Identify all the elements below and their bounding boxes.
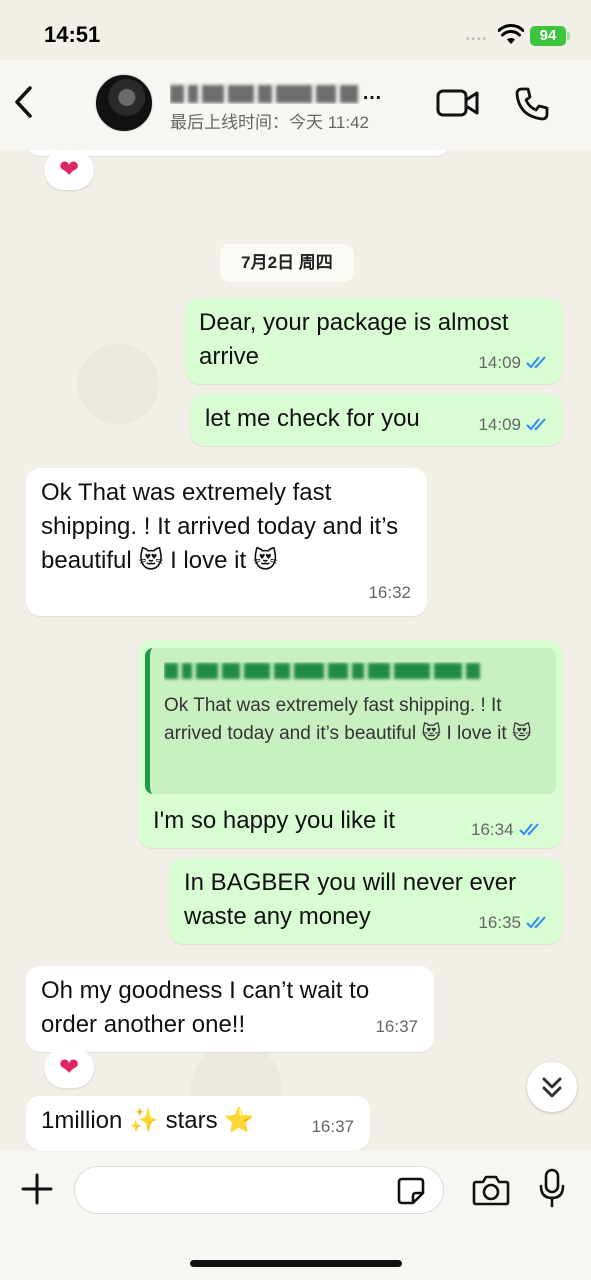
microphone-icon[interactable] (538, 1168, 566, 1208)
double-chevron-down-icon (542, 1077, 562, 1098)
reaction-heart[interactable]: ❤ (44, 150, 94, 190)
reaction-heart[interactable]: ❤ (44, 1048, 94, 1088)
message-bubble-incoming[interactable]: Oh my goodness I can’t wait to order ano… (26, 966, 434, 1052)
camera-icon[interactable] (472, 1174, 510, 1206)
message-time: 16:35 (478, 913, 521, 932)
last-seen-status: 最后上线时间：今天 11:42 (170, 113, 370, 132)
scroll-to-bottom-button[interactable] (527, 1062, 577, 1112)
message-text: I'm so happy you like it (153, 807, 396, 834)
name-ellipsis: … (362, 82, 382, 104)
quoted-text: Ok That was extremely fast shipping. ! I… (164, 695, 532, 744)
message-meta: 16:34 (471, 820, 544, 840)
contact-name-obscured[interactable]: … (170, 82, 406, 104)
chat-header: … 最后上线时间：今天 11:42 (0, 60, 591, 150)
message-input[interactable] (74, 1166, 444, 1214)
message-time: 14:09 (478, 353, 521, 372)
home-indicator[interactable] (190, 1260, 402, 1267)
sticker-icon[interactable] (396, 1176, 426, 1206)
signal-dots: •••• (466, 34, 489, 45)
message-time: 16:37 (311, 1117, 354, 1136)
read-ticks-icon (526, 356, 546, 369)
battery-indicator: 94 (530, 26, 570, 46)
message-bubble-incoming[interactable]: Ok That was extremely fast shipping. ! I… (26, 468, 427, 616)
attach-plus-icon[interactable] (20, 1172, 54, 1206)
date-separator: 7月2日 周四 (220, 244, 354, 282)
message-text: Oh my goodness I can’t wait to order ano… (41, 977, 370, 1038)
message-time: 22:21 (395, 150, 438, 160)
message-bubble-incoming[interactable]: 1million ✨ stars ⭐ 16:37 (26, 1096, 370, 1150)
message-list[interactable]: 22:21 ❤ 7月2日 周四 Dear, your package is al… (0, 150, 591, 1150)
message-time: 16:32 (368, 583, 411, 602)
message-meta: 14:09 (478, 346, 551, 380)
quoted-message[interactable]: Ok That was extremely fast shipping. ! I… (145, 648, 556, 794)
contact-avatar[interactable] (95, 74, 153, 132)
read-ticks-icon (526, 418, 546, 431)
voice-call-icon[interactable] (514, 86, 550, 122)
message-bubble-partial[interactable]: 22:21 (26, 150, 450, 156)
read-ticks-icon (518, 823, 539, 836)
message-time: 16:34 (471, 820, 514, 839)
message-text: Ok That was extremely fast shipping. ! I… (41, 479, 399, 574)
message-bubble-outgoing[interactable]: In BAGBER you will never ever waste any … (169, 858, 563, 944)
video-call-icon[interactable] (436, 88, 480, 118)
message-time: 16:37 (375, 1017, 418, 1036)
message-bubble-outgoing[interactable]: let me check for you 14:09 (190, 394, 563, 446)
back-chevron-icon[interactable] (10, 82, 40, 122)
message-text: 1million ✨ stars ⭐ (41, 1107, 255, 1134)
message-meta: 16:35 (478, 906, 551, 940)
message-bubble-outgoing[interactable]: Dear, your package is almost arrive 14:0… (185, 298, 563, 384)
message-meta: 14:09 (478, 408, 551, 442)
message-text: let me check for you (205, 405, 420, 432)
read-ticks-icon (526, 916, 546, 929)
status-time: 14:51 (44, 22, 101, 47)
quoted-author-obscured (164, 662, 544, 682)
status-bar: 14:51 •••• 94 (0, 0, 591, 60)
wifi-icon (498, 24, 524, 44)
message-time: 14:09 (478, 415, 521, 434)
